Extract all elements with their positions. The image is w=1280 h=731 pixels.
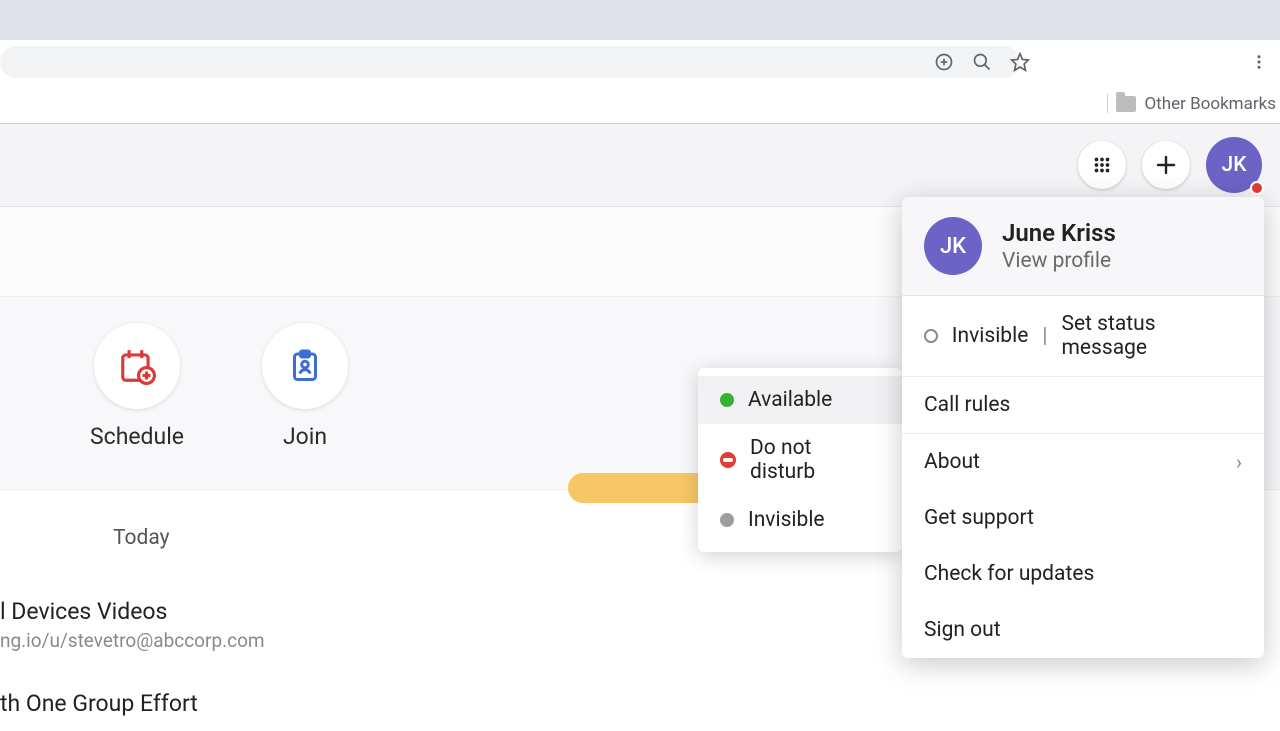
menu-label: Check for updates — [924, 562, 1094, 586]
view-profile-link[interactable]: View profile — [1002, 249, 1116, 273]
browser-tab-strip — [0, 0, 1280, 40]
status-option-invisible[interactable]: Invisible — [698, 496, 902, 544]
invisible-dot-icon — [720, 513, 734, 527]
available-dot-icon — [720, 393, 734, 407]
menu-label: Get support — [924, 506, 1034, 530]
current-status[interactable]: Invisible — [952, 324, 1029, 348]
chevron-right-icon: › — [1236, 450, 1242, 474]
avatar-initials: JK — [1222, 153, 1247, 177]
clipboard-person-icon — [287, 348, 323, 384]
other-bookmarks-button[interactable]: Other Bookmarks — [1116, 94, 1276, 114]
status-label: Invisible — [748, 508, 825, 532]
avatar-initials: JK — [940, 234, 966, 259]
dnd-icon — [720, 452, 736, 468]
call-rules-item[interactable]: Call rules — [902, 376, 1264, 433]
check-updates-item[interactable]: Check for updates — [902, 546, 1264, 602]
address-bar[interactable] — [0, 46, 1020, 78]
divider: | — [1042, 324, 1047, 348]
profile-name: June Kriss — [1002, 219, 1116, 247]
get-support-item[interactable]: Get support — [902, 490, 1264, 546]
status-submenu: Available Do not disturb Invisible — [698, 368, 902, 552]
divider — [1107, 94, 1108, 113]
add-to-circle-icon[interactable] — [934, 52, 954, 72]
calendar-plus-icon — [118, 347, 156, 385]
today-heading: Today — [113, 526, 170, 550]
add-button[interactable] — [1142, 141, 1190, 189]
status-option-dnd[interactable]: Do not disturb — [698, 424, 902, 496]
join-action[interactable]: Join — [240, 323, 370, 450]
about-item[interactable]: About › — [902, 433, 1264, 490]
menu-label: Call rules — [924, 393, 1010, 417]
join-label: Join — [240, 423, 370, 450]
dialpad-button[interactable] — [1078, 141, 1126, 189]
browser-menu-icon[interactable] — [1250, 53, 1268, 71]
profile-avatar: JK — [924, 217, 982, 275]
status-indicator-icon — [1250, 181, 1264, 195]
event-title: th One Group Effort — [0, 690, 1280, 717]
other-bookmarks-label: Other Bookmarks — [1144, 94, 1276, 114]
menu-label: About — [924, 450, 980, 474]
profile-avatar-button[interactable]: JK — [1206, 137, 1262, 193]
status-ring-icon — [924, 329, 938, 343]
status-label: Available — [748, 388, 832, 412]
app-header: JK — [0, 124, 1280, 207]
profile-header: JK June Kriss View profile — [902, 197, 1264, 295]
bookmarks-bar: Other Bookmarks — [0, 84, 1280, 124]
zoom-icon[interactable] — [972, 52, 992, 72]
profile-status-row: Invisible | Set status message — [902, 295, 1264, 376]
set-status-message[interactable]: Set status message — [1061, 312, 1242, 360]
schedule-action[interactable]: Schedule — [72, 323, 202, 450]
browser-toolbar — [0, 40, 1280, 84]
menu-label: Sign out — [924, 618, 1001, 642]
schedule-label: Schedule — [72, 423, 202, 450]
sign-out-item[interactable]: Sign out — [902, 602, 1264, 658]
status-label: Do not disturb — [750, 436, 880, 484]
list-item[interactable]: th One Group Effort — [0, 684, 1280, 731]
highlight-pill — [568, 473, 710, 503]
folder-icon — [1116, 96, 1136, 112]
bookmark-star-icon[interactable] — [1010, 52, 1030, 72]
profile-menu: JK June Kriss View profile Invisible | S… — [902, 197, 1264, 658]
status-option-available[interactable]: Available — [698, 376, 902, 424]
